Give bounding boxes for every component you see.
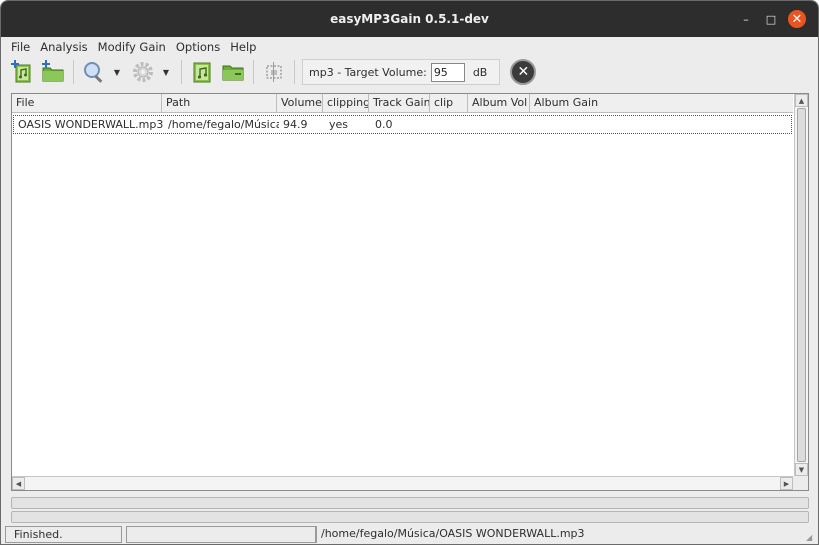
table-row[interactable]: OASIS WONDERWALL.mp3 /home/fegalo/Música… xyxy=(13,115,792,134)
column-header-album-vol[interactable]: Album Vol xyxy=(468,94,530,113)
gain-dropdown[interactable]: ▼ xyxy=(161,59,171,85)
remove-file-button[interactable] xyxy=(189,59,215,85)
status-bar: Finished. /home/fegalo/Música/OASIS WOND… xyxy=(1,524,818,544)
select-all-button[interactable] xyxy=(261,59,287,85)
toolbar-separator xyxy=(73,60,74,84)
target-volume-unit: dB xyxy=(472,65,488,79)
vertical-scrollbar[interactable]: ▲ ▼ xyxy=(794,94,808,476)
cell-volume: 94.9 xyxy=(283,118,308,131)
table-header: File Path Volume clipping Track Gain cli… xyxy=(12,94,793,113)
toolbar: ▼ ▼ mp3 - Target Volume: 95 dB ✕ xyxy=(9,57,809,87)
scroll-right-button[interactable]: ▶ xyxy=(780,477,793,490)
vertical-scroll-thumb[interactable] xyxy=(797,108,806,462)
analyze-button[interactable] xyxy=(81,59,107,85)
select-all-icon xyxy=(266,62,282,82)
window-title: easyMP3Gain 0.5.1-dev xyxy=(330,12,489,26)
column-header-track-gain[interactable]: Track Gain xyxy=(369,94,430,113)
toolbar-separator xyxy=(181,60,182,84)
gain-settings-button[interactable] xyxy=(130,59,156,85)
toolbar-separator xyxy=(253,60,254,84)
column-header-file[interactable]: File xyxy=(12,94,162,113)
target-volume-input[interactable] xyxy=(430,62,465,82)
stop-button[interactable]: ✕ xyxy=(510,59,537,85)
remove-folder-button[interactable] xyxy=(220,59,246,85)
maximize-icon: □ xyxy=(765,12,777,26)
app-window: easyMP3Gain 0.5.1-dev – □ ✕ File Analysi… xyxy=(0,0,819,545)
resize-grip-icon[interactable]: ◢ xyxy=(806,533,816,543)
cell-track-gain: 0.0 xyxy=(375,118,393,131)
scroll-corner xyxy=(793,476,808,490)
chevron-down-icon: ▼ xyxy=(113,67,121,77)
music-file-icon xyxy=(193,62,211,83)
column-header-path[interactable]: Path xyxy=(162,94,277,113)
scroll-up-button[interactable]: ▲ xyxy=(795,94,808,107)
scroll-left-button[interactable]: ◀ xyxy=(12,477,25,490)
menu-modify-gain[interactable]: Modify Gain xyxy=(98,40,166,54)
total-progress-bar xyxy=(11,511,809,523)
column-header-clip[interactable]: clip xyxy=(430,94,468,113)
arrow-left-icon: ◀ xyxy=(15,479,22,488)
status-message: Finished. xyxy=(5,526,122,543)
add-file-icon xyxy=(11,60,31,83)
cell-clipping: yes xyxy=(329,118,349,131)
menu-options[interactable]: Options xyxy=(176,40,220,54)
file-progress-bar xyxy=(11,497,809,509)
minimize-icon: – xyxy=(743,12,749,26)
toolbar-separator xyxy=(294,60,295,84)
table-body: OASIS WONDERWALL.mp3 /home/fegalo/Música… xyxy=(12,114,793,134)
status-middle-pane xyxy=(126,526,316,543)
target-volume-label: mp3 - Target Volume: xyxy=(309,65,427,79)
menu-file[interactable]: File xyxy=(11,40,30,54)
close-icon: ✕ xyxy=(791,11,803,27)
arrow-down-icon: ▼ xyxy=(798,465,805,474)
cell-path: /home/fegalo/Música xyxy=(168,118,279,131)
scroll-down-button[interactable]: ▼ xyxy=(795,463,808,476)
analyze-dropdown[interactable]: ▼ xyxy=(112,59,122,85)
horizontal-scrollbar[interactable]: ◀ ▶ xyxy=(12,476,793,490)
cell-album-gain xyxy=(532,116,536,133)
add-folder-icon xyxy=(42,60,64,82)
minimize-button[interactable]: – xyxy=(737,10,755,28)
close-button[interactable]: ✕ xyxy=(788,10,806,28)
cell-album-vol xyxy=(470,116,532,133)
folder-icon xyxy=(222,65,244,81)
menu-analysis[interactable]: Analysis xyxy=(40,40,87,54)
column-header-album-gain[interactable]: Album Gain xyxy=(530,94,793,113)
status-current-file: /home/fegalo/Música/OASIS WONDERWALL.mp3 xyxy=(316,526,802,543)
cell-file: OASIS WONDERWALL.mp3 xyxy=(18,118,164,131)
analyze-icon xyxy=(84,62,103,83)
cell-clip xyxy=(432,116,470,133)
menu-bar: File Analysis Modify Gain Options Help xyxy=(1,37,818,57)
file-table: File Path Volume clipping Track Gain cli… xyxy=(11,93,809,491)
title-bar[interactable]: easyMP3Gain 0.5.1-dev – □ ✕ xyxy=(1,1,818,37)
add-files-button[interactable] xyxy=(9,59,35,85)
gear-icon xyxy=(133,62,153,82)
column-header-clipping[interactable]: clipping xyxy=(323,94,369,113)
maximize-button[interactable]: □ xyxy=(762,10,780,28)
chevron-down-icon: ▼ xyxy=(162,67,170,77)
stop-icon: ✕ xyxy=(517,64,530,80)
menu-help[interactable]: Help xyxy=(230,40,256,54)
arrow-up-icon: ▲ xyxy=(798,96,805,105)
target-volume-group: mp3 - Target Volume: dB xyxy=(302,59,501,85)
arrow-right-icon: ▶ xyxy=(783,479,790,488)
column-header-volume[interactable]: Volume xyxy=(277,94,323,113)
add-folder-button[interactable] xyxy=(40,59,66,85)
